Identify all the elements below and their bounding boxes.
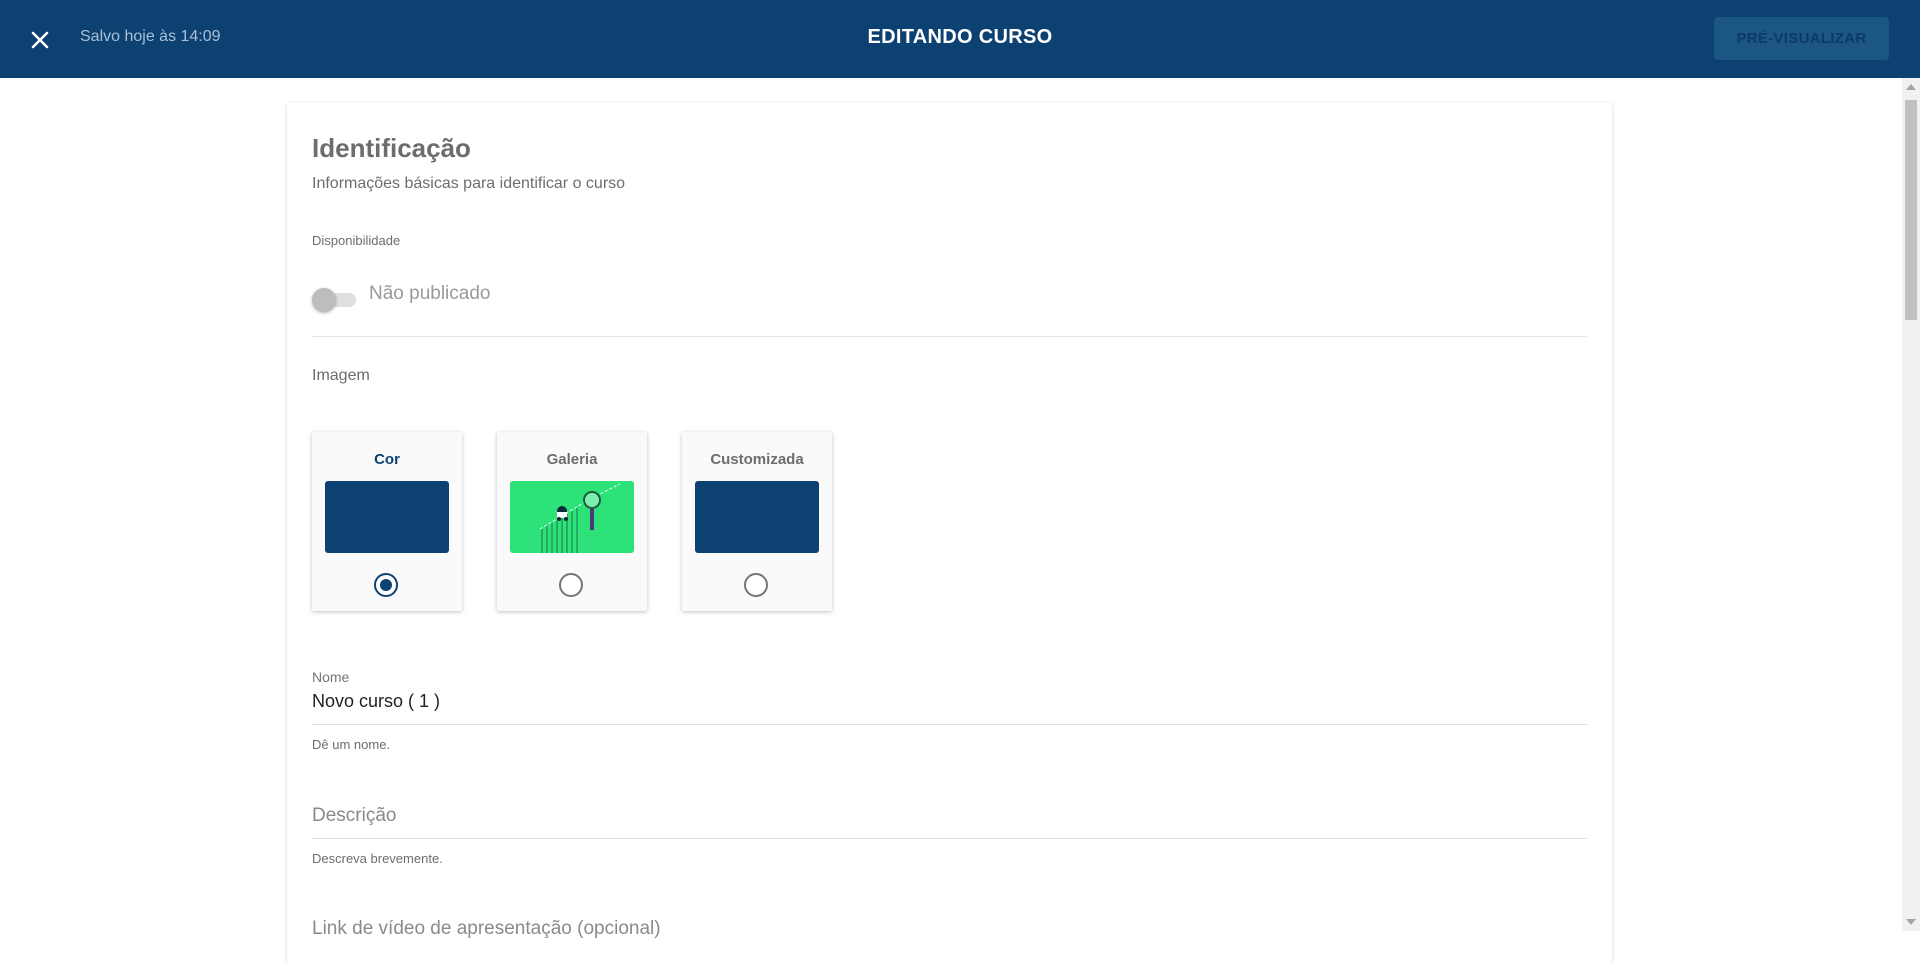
radio-color[interactable] xyxy=(374,573,398,597)
availability-label: Disponibilidade xyxy=(312,233,401,248)
name-field[interactable]: Novo curso ( 1 ) xyxy=(312,691,440,712)
image-option-custom[interactable]: Customizada xyxy=(682,432,832,611)
scroll-thumb[interactable] xyxy=(1905,100,1917,320)
name-field-underline xyxy=(312,724,1587,725)
color-preview xyxy=(325,481,449,553)
custom-preview xyxy=(695,481,819,553)
section-subtitle: Informações básicas para identificar o c… xyxy=(312,175,626,192)
toggle-knob xyxy=(312,288,336,312)
image-option-title: Galeria xyxy=(546,451,598,468)
divider xyxy=(312,336,1587,337)
description-field[interactable]: Descrição xyxy=(312,805,396,827)
availability-status: Não publicado xyxy=(369,283,491,304)
image-option-title: Cor xyxy=(374,451,400,468)
name-field-label: Nome xyxy=(312,669,350,685)
section-title: Identificação xyxy=(312,133,471,163)
preview-button[interactable]: PRÉ-VISUALIZAR xyxy=(1714,17,1889,60)
image-label: Imagem xyxy=(312,367,370,384)
image-option-gallery[interactable]: Galeria xyxy=(497,432,647,611)
radio-custom[interactable] xyxy=(744,573,768,597)
image-option-color[interactable]: Cor xyxy=(312,432,462,611)
radio-gallery[interactable] xyxy=(559,573,583,597)
publish-toggle[interactable] xyxy=(312,284,358,314)
gallery-preview-image xyxy=(510,481,634,553)
scroll-up-arrow-icon[interactable] xyxy=(1906,84,1916,90)
page-title: EDITANDO CURSO xyxy=(867,26,1053,48)
description-field-underline xyxy=(312,838,1587,839)
video-link-field[interactable]: Link de vídeo de apresentação (opcional) xyxy=(312,918,661,940)
identification-card: Identificação Informações básicas para i… xyxy=(287,103,1612,963)
image-option-title: Customizada xyxy=(710,451,804,468)
magnifier-icon xyxy=(583,491,601,509)
scrollbar[interactable] xyxy=(1902,78,1920,931)
description-field-help: Descreva brevemente. xyxy=(312,851,443,866)
scroll-down-arrow-icon[interactable] xyxy=(1906,919,1916,925)
name-field-help: Dê um nome. xyxy=(312,737,391,752)
top-bar: Salvo hoje às 14:09 EDITANDO CURSO PRÉ-V… xyxy=(0,0,1920,78)
